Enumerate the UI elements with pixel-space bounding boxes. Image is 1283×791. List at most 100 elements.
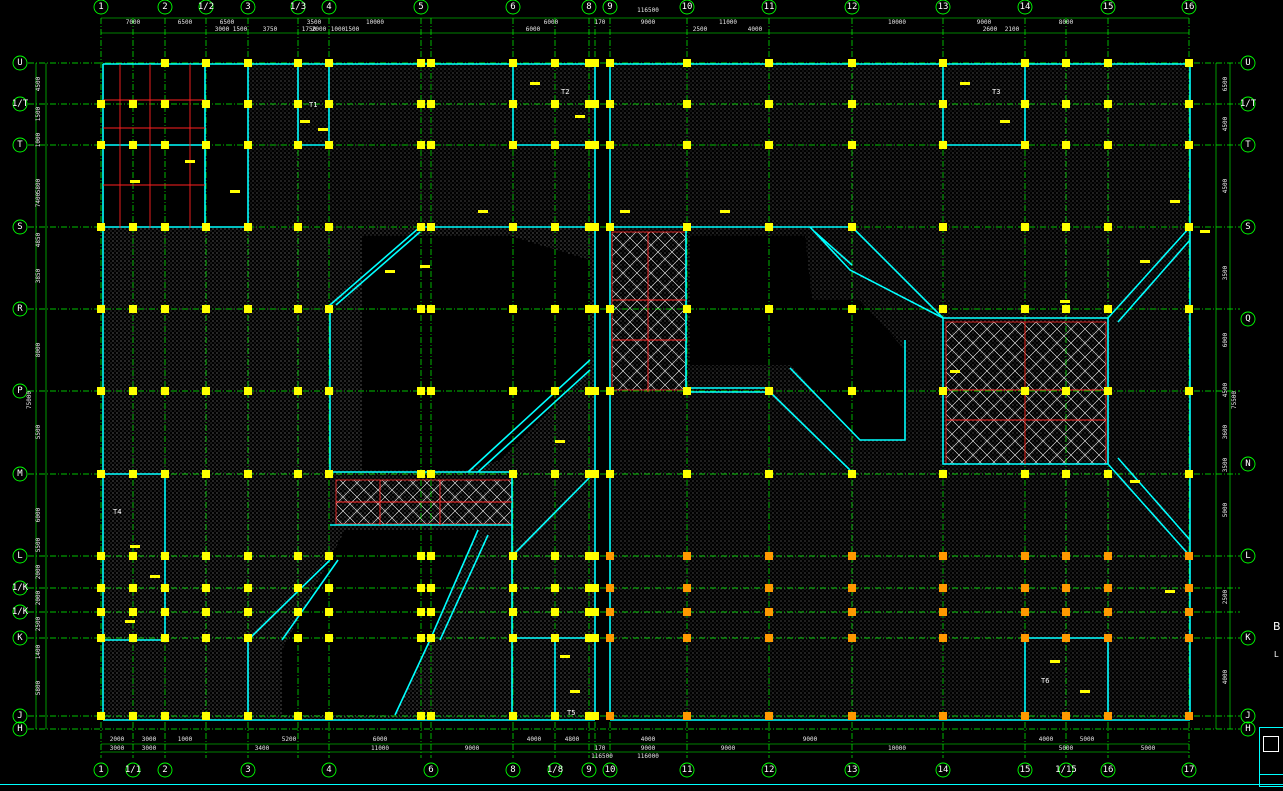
- column: [325, 584, 333, 592]
- right-dimension: 2500: [1222, 589, 1229, 604]
- stair-label-t1: T1: [309, 101, 318, 109]
- drawing-frame-bottom: [0, 784, 1283, 785]
- column: [765, 470, 773, 478]
- annotation-tag: [575, 115, 585, 118]
- axis-bubble-bottom: 10: [605, 765, 616, 775]
- top-sub-dimension: 1000: [331, 26, 346, 33]
- column: [97, 141, 105, 149]
- column: [1021, 387, 1029, 395]
- column: [1062, 470, 1070, 478]
- column: [97, 712, 105, 720]
- column: [1104, 59, 1112, 67]
- column: [591, 100, 599, 108]
- column: [509, 552, 517, 560]
- axis-bubble-top: 11: [764, 2, 775, 12]
- axis-bubble-right: T: [1245, 140, 1251, 150]
- column: [606, 100, 614, 108]
- column: [244, 59, 252, 67]
- top-dimension: 9000: [977, 19, 992, 26]
- left-dimension: 4500: [35, 76, 42, 91]
- column: [1185, 141, 1193, 149]
- left-total-dimension: 75000: [26, 391, 33, 409]
- axis-bubble-top: 2: [162, 2, 167, 12]
- column: [202, 305, 210, 313]
- column: [325, 59, 333, 67]
- annotation-tag: [300, 120, 310, 123]
- annotation-tag: [1140, 260, 1150, 263]
- column: [765, 608, 773, 616]
- column: [765, 100, 773, 108]
- column: [294, 552, 302, 560]
- right-dimension: 6000: [1222, 332, 1229, 347]
- axis-bubble-bottom: 1/8: [547, 765, 563, 775]
- top-dimension: 7000: [126, 19, 141, 26]
- column: [427, 141, 435, 149]
- annotation-tag: [555, 440, 565, 443]
- bottom-sub-dimension: 9000: [803, 736, 818, 743]
- column: [202, 584, 210, 592]
- bottom-dimension: 3000: [142, 745, 157, 752]
- axis-bubble-top: 12: [847, 2, 858, 12]
- axis-bubble-bottom: 12: [764, 765, 775, 775]
- column: [1062, 223, 1070, 231]
- axis-bubble-left: 1/T: [12, 99, 29, 109]
- axis-bubble-left: J: [17, 711, 22, 721]
- column: [683, 712, 691, 720]
- column: [1062, 59, 1070, 67]
- top-dimension: 8000: [1059, 19, 1074, 26]
- column: [939, 305, 947, 313]
- column: [551, 387, 559, 395]
- annotation-tag: [960, 82, 970, 85]
- right-dimension: 4000: [1222, 669, 1229, 684]
- column: [939, 584, 947, 592]
- bottom-sub-dimension: 2000: [110, 736, 125, 743]
- column: [1021, 59, 1029, 67]
- column: [1021, 608, 1029, 616]
- column: [325, 634, 333, 642]
- column: [939, 59, 947, 67]
- column: [244, 141, 252, 149]
- axis-bubble-bottom: 11: [682, 765, 693, 775]
- column: [244, 552, 252, 560]
- axis-bubble-right: L: [1245, 551, 1250, 561]
- annotation-tag: [560, 655, 570, 658]
- annotation-tag: [130, 545, 140, 548]
- column: [1185, 387, 1193, 395]
- column: [509, 387, 517, 395]
- column: [417, 223, 425, 231]
- annotation-tag: [185, 160, 195, 163]
- right-dimension: 3600: [1222, 424, 1229, 439]
- column: [244, 634, 252, 642]
- cad-drawing-canvas[interactable]: 1 2 1/2 3 1/3 4 5 6 8 9 10 11 12 13 14 15 16 1 1/1 2 3 4 6 8 1/8…: [0, 0, 1283, 791]
- bottom-dimension: 170: [595, 745, 606, 752]
- column: [294, 584, 302, 592]
- annotation-tag: [125, 620, 135, 623]
- title-block-letter: B: [1273, 620, 1281, 633]
- column: [765, 223, 773, 231]
- column: [1104, 584, 1112, 592]
- column: [294, 712, 302, 720]
- column: [97, 100, 105, 108]
- top-sub-dimension: 2500: [693, 26, 708, 33]
- column: [1104, 608, 1112, 616]
- column: [683, 387, 691, 395]
- column: [1062, 305, 1070, 313]
- column: [294, 100, 302, 108]
- annotation-tag: [1080, 690, 1090, 693]
- column: [1062, 608, 1070, 616]
- column: [202, 223, 210, 231]
- column: [129, 552, 137, 560]
- column: [417, 387, 425, 395]
- column: [244, 387, 252, 395]
- stair-label-t3: T3: [992, 88, 1001, 96]
- column: [939, 100, 947, 108]
- axis-bubble-bottom: 8: [510, 765, 515, 775]
- top-dimension: 3500: [307, 19, 322, 26]
- column: [244, 100, 252, 108]
- column: [1185, 634, 1193, 642]
- column: [1185, 223, 1193, 231]
- column: [509, 470, 517, 478]
- axis-bubble-left: K: [17, 633, 23, 643]
- column: [1104, 223, 1112, 231]
- column: [848, 223, 856, 231]
